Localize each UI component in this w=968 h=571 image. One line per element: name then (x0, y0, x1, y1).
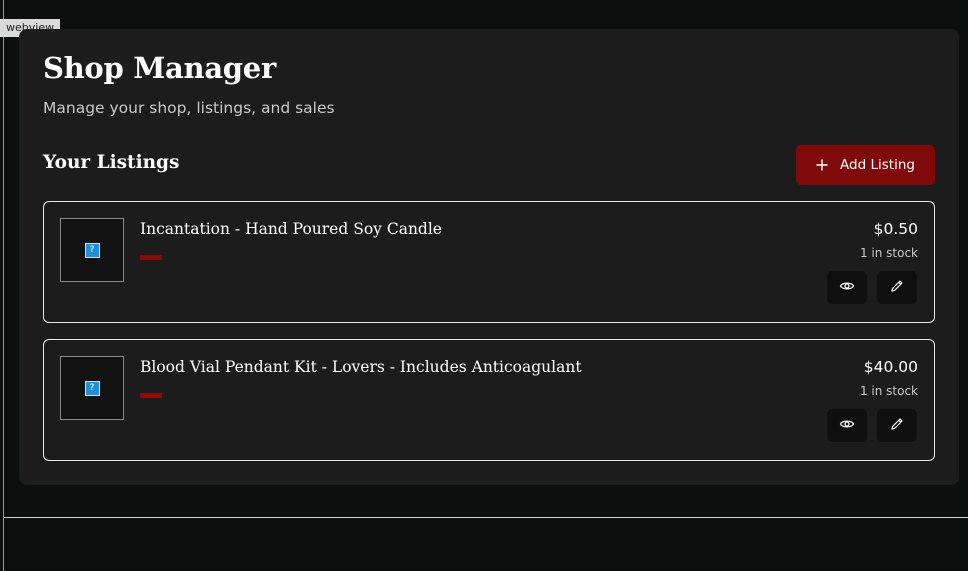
left-divider (3, 0, 4, 571)
page-title: Shop Manager (43, 51, 276, 85)
listings-section-title: Your Listings (43, 152, 180, 173)
listing-title[interactable]: Blood Vial Pendant Kit - Lovers - Includ… (140, 358, 582, 376)
page-subtitle: Manage your shop, listings, and sales (43, 99, 335, 117)
listing-tag-bar (140, 393, 162, 398)
edit-listing-button[interactable] (877, 409, 917, 442)
listing-price: $40.00 (863, 358, 918, 376)
listing-stock: 1 in stock (859, 384, 918, 398)
bottom-divider (4, 517, 968, 518)
eye-icon (839, 416, 855, 435)
eye-icon (839, 278, 855, 297)
listing-stock: 1 in stock (859, 246, 918, 260)
pencil-icon (889, 416, 905, 435)
pencil-icon (889, 278, 905, 297)
listing-image: ? (60, 356, 124, 420)
listing-card: ? Incantation - Hand Poured Soy Candle $… (43, 201, 935, 323)
view-listing-button[interactable] (827, 271, 867, 304)
app-window: webview Shop Manager Manage your shop, l… (0, 0, 968, 571)
broken-image-icon: ? (84, 380, 100, 396)
listing-title[interactable]: Incantation - Hand Poured Soy Candle (140, 220, 442, 238)
view-listing-button[interactable] (827, 409, 867, 442)
plus-icon (816, 159, 828, 171)
add-listing-label: Add Listing (840, 157, 915, 173)
listing-image: ? (60, 218, 124, 282)
listing-price: $0.50 (873, 220, 918, 238)
shop-manager-panel: Shop Manager Manage your shop, listings,… (19, 29, 959, 485)
listing-card: ? Blood Vial Pendant Kit - Lovers - Incl… (43, 339, 935, 461)
listing-tag-bar (140, 255, 162, 260)
broken-image-icon: ? (84, 242, 100, 258)
edit-listing-button[interactable] (877, 271, 917, 304)
add-listing-button[interactable]: Add Listing (796, 145, 935, 185)
